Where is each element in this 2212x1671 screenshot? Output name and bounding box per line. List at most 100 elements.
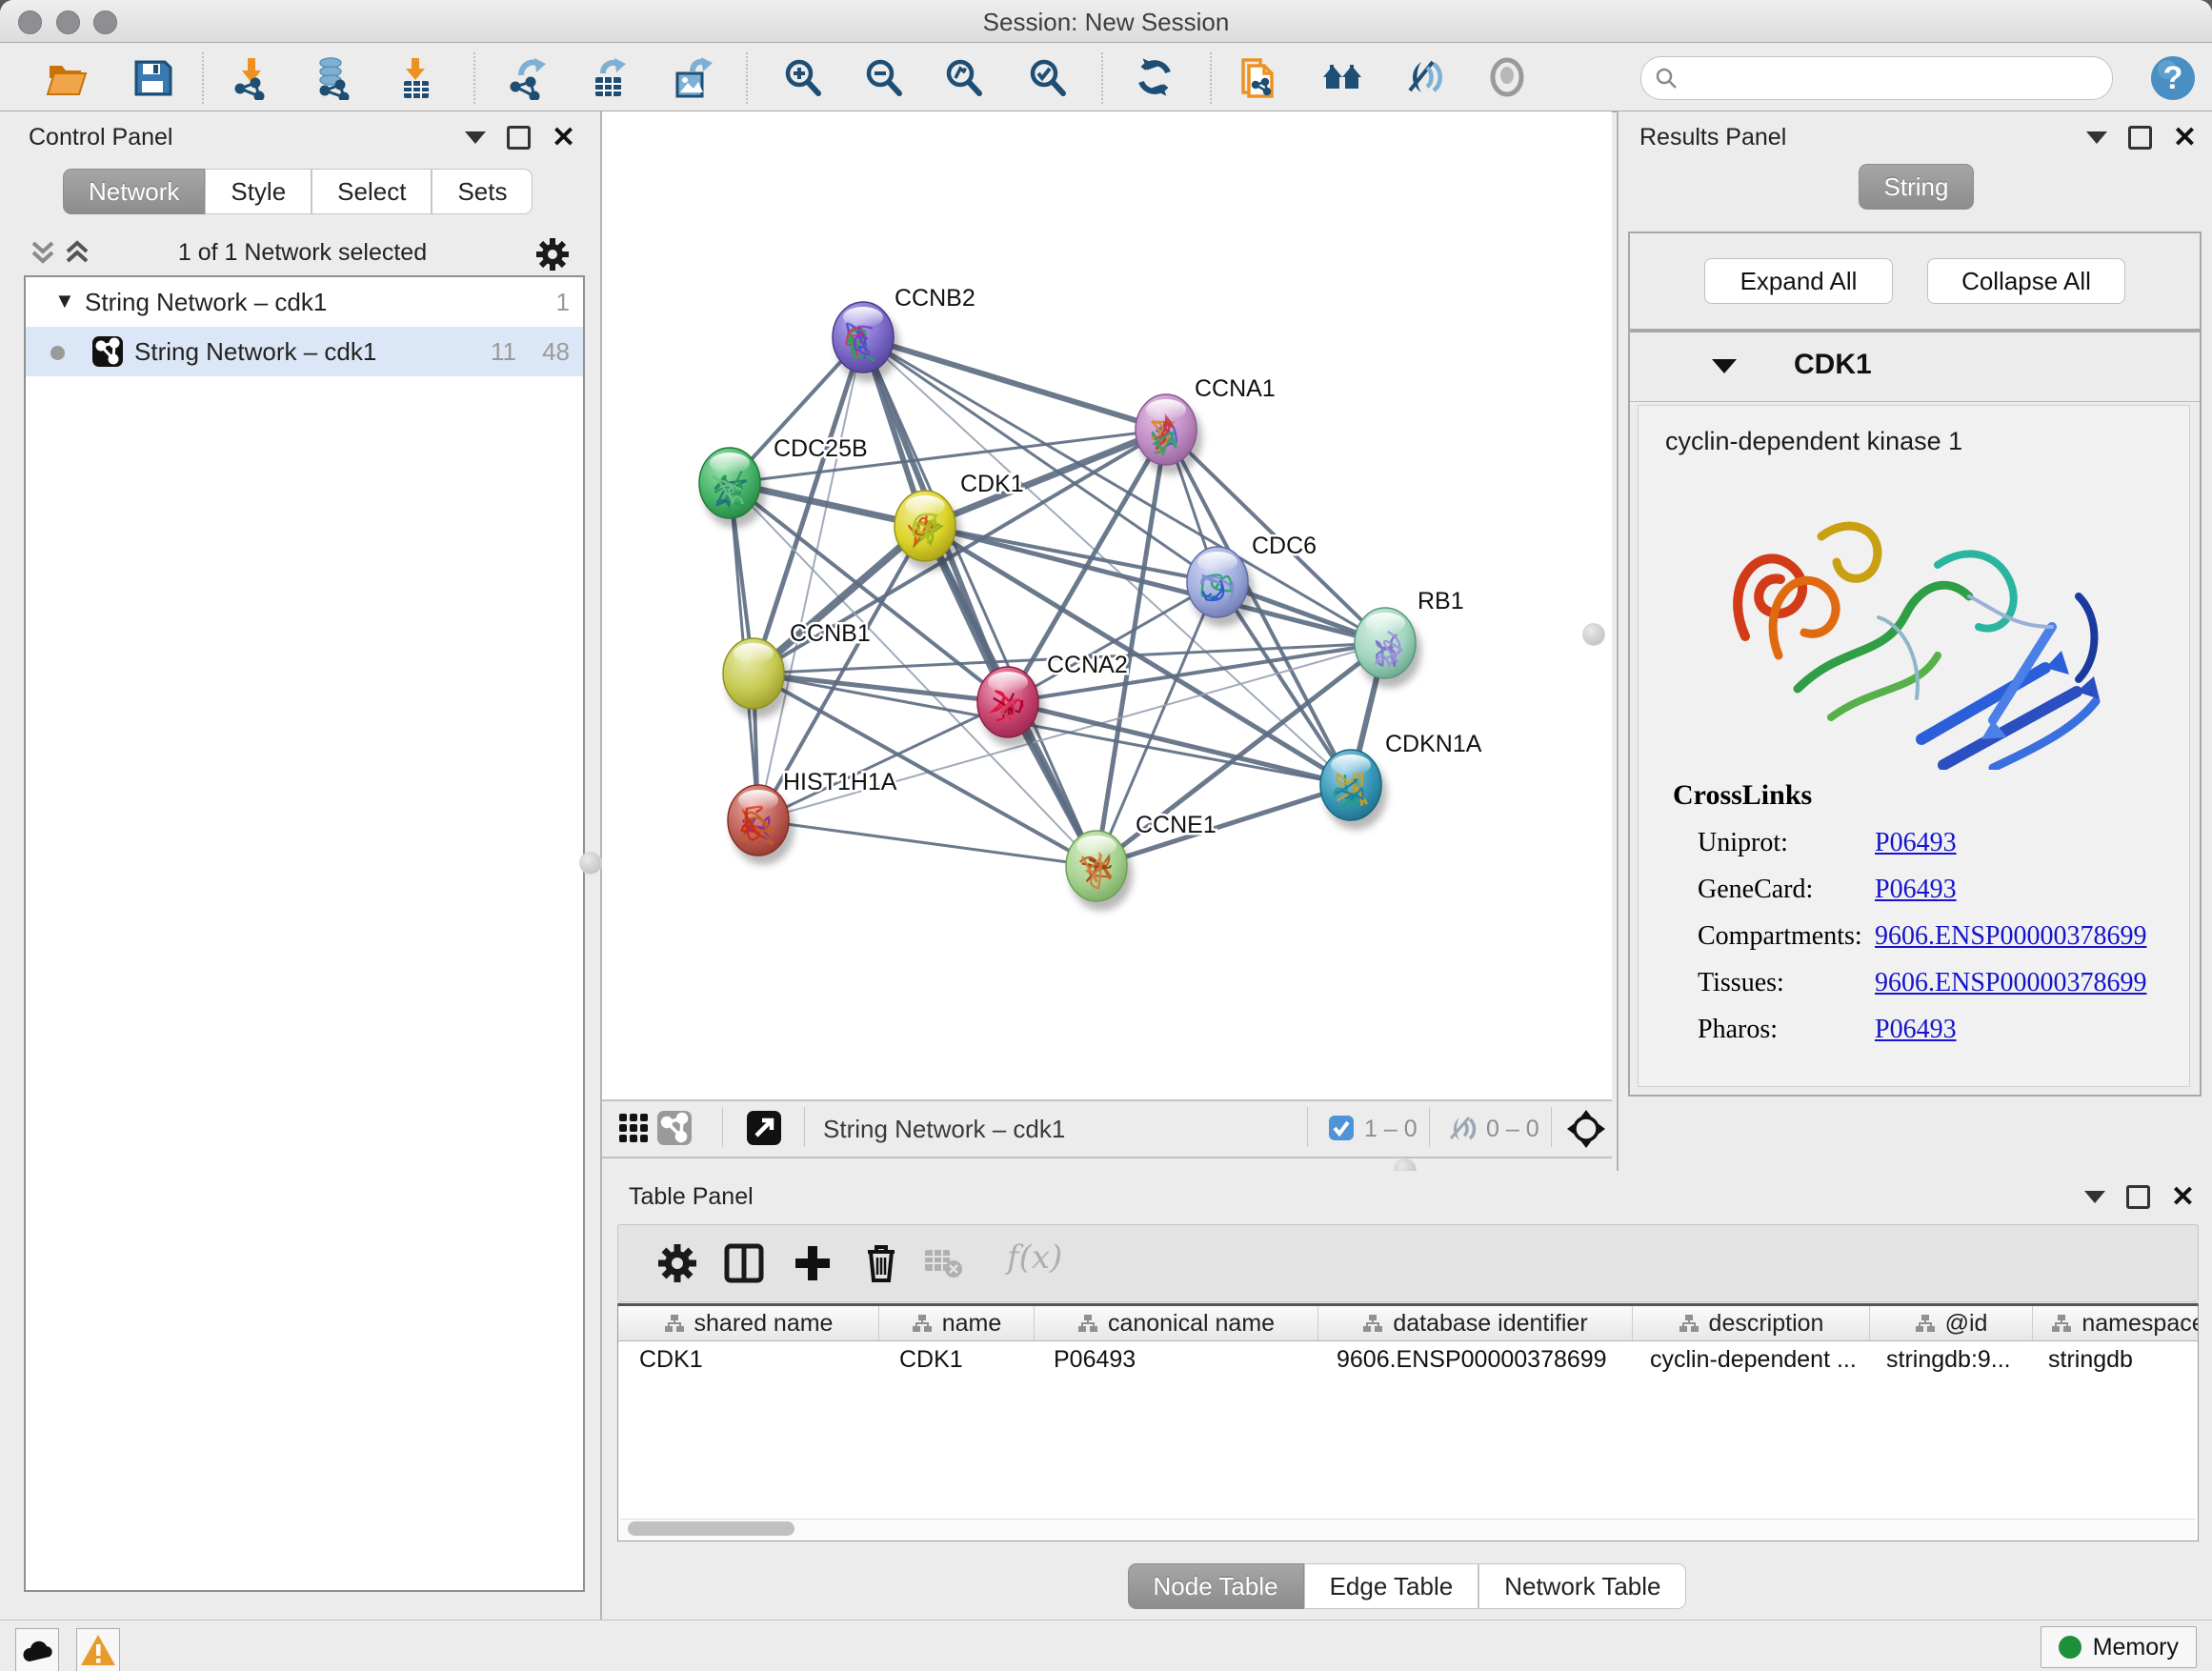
column-header--id[interactable]: @id [1870,1306,2033,1340]
collapse-section-icon[interactable] [1712,359,1737,373]
network-bullet-icon [50,346,65,360]
close-panel-icon[interactable]: ✕ [2173,129,2197,147]
import-table-icon[interactable] [394,56,438,100]
protein-structure-image [1679,474,2145,770]
status-bar: Memory [0,1620,2212,1671]
table-row[interactable]: CDK1CDK1P064939606.ENSP00000378699cyclin… [618,1341,2198,1378]
table-cell[interactable]: cyclin-dependent ... [1629,1341,1865,1378]
help-icon[interactable]: ? [2149,54,2193,98]
collapse-all-button[interactable]: Collapse All [1927,258,2125,304]
table-cell[interactable]: CDK1 [878,1341,1033,1378]
column-header-description[interactable]: description [1633,1306,1870,1340]
network-collection-row[interactable]: ▼ String Network – cdk1 1 [26,277,583,327]
crosslink-link[interactable]: 9606.ENSP00000378699 [1875,968,2146,998]
table-cell[interactable]: CDK1 [618,1341,878,1378]
gene-name: CDK1 [1794,349,1872,381]
tab-network[interactable]: Network [63,169,205,214]
panel-menu-icon[interactable] [2084,1191,2105,1203]
node-CDC25B[interactable] [699,448,766,528]
edge-CCNA2-CDKN1A[interactable] [1008,702,1351,785]
add-column-icon[interactable] [790,1240,835,1286]
grid-view-icon[interactable] [617,1112,650,1144]
gene-section-header[interactable]: CDK1 [1630,332,2200,402]
gear-icon[interactable] [533,235,572,273]
tab-node-table[interactable]: Node Table [1128,1563,1304,1609]
node-RB1[interactable] [1355,608,1421,688]
panel-menu-icon[interactable] [2086,131,2107,144]
export-table-icon[interactable] [588,56,632,100]
node-CDKN1A[interactable] [1320,750,1387,830]
node-table[interactable]: shared namenamecanonical namedatabase id… [617,1303,2199,1541]
show-graphics-icon[interactable] [1486,56,1530,100]
open-view-icon[interactable] [747,1111,781,1145]
import-database-icon[interactable] [312,56,355,100]
table-settings-gear-icon[interactable] [654,1240,700,1286]
warning-button[interactable] [76,1628,120,1671]
float-panel-icon[interactable] [2126,1185,2150,1209]
network-view-icon[interactable] [657,1111,692,1145]
table-cell[interactable]: P06493 [1033,1341,1316,1378]
column-header-database-identifier[interactable]: database identifier [1318,1306,1633,1340]
tab-edge-table[interactable]: Edge Table [1304,1563,1479,1609]
node-HIST1H1A[interactable] [728,785,794,865]
import-network-icon[interactable] [231,56,274,100]
edge-CCNB2-CCNA1[interactable] [863,337,1166,430]
search-input[interactable] [1640,56,2113,100]
zoom-fit-icon[interactable] [942,56,986,100]
tab-select[interactable]: Select [312,169,432,214]
export-network-icon[interactable] [508,56,552,100]
table-cell[interactable]: 9606.ENSP00000378699 [1316,1341,1629,1378]
column-header-namespace[interactable]: namespace [2033,1306,2199,1340]
selected-checkbox-icon[interactable] [1328,1115,1355,1141]
column-header-shared-name[interactable]: shared name [618,1306,879,1340]
column-header-canonical-name[interactable]: canonical name [1035,1306,1318,1340]
clone-network-icon[interactable] [1236,56,1279,100]
home-icon[interactable] [1321,56,1365,100]
hide-graphics-icon[interactable] [1402,56,1446,100]
tab-network-table[interactable]: Network Table [1478,1563,1686,1609]
expand-arrow-icon[interactable]: ▼ [54,289,75,313]
expand-all-button[interactable]: Expand All [1704,258,1893,304]
network-canvas[interactable]: CCNB2CCNA1CDC25BCDK1CDC6RB1CCNB1CCNA2CDK… [602,111,1612,1099]
crosslink-link[interactable]: P06493 [1875,875,1957,905]
panel-menu-icon[interactable] [465,131,486,144]
export-image-icon[interactable] [672,56,715,100]
node-CCNB2[interactable] [833,302,899,382]
node-CCNE1[interactable] [1066,831,1133,911]
edge-HIST1H1A-CCNE1[interactable] [758,820,1096,866]
right-splitter-handle[interactable] [1582,623,1605,646]
open-session-icon[interactable] [45,56,89,100]
close-panel-icon[interactable]: ✕ [2171,1188,2195,1206]
float-panel-icon[interactable] [507,126,531,150]
horizontal-scrollbar[interactable] [620,1519,2196,1539]
delete-column-icon[interactable] [858,1240,904,1286]
crosslink-link[interactable]: 9606.ENSP00000378699 [1875,921,2146,952]
selection-summary: 1 of 1 Network selected [24,239,581,267]
save-session-icon[interactable] [131,56,174,100]
zoom-out-icon[interactable] [862,56,906,100]
gene-description: cyclin-dependent kinase 1 [1665,427,1962,456]
float-panel-icon[interactable] [2128,126,2152,150]
scrollbar-thumb[interactable] [628,1521,794,1536]
show-columns-icon[interactable] [721,1240,767,1286]
zoom-in-icon[interactable] [781,56,825,100]
tab-sets[interactable]: Sets [432,169,533,214]
table-cell[interactable]: stringdb [2027,1341,2199,1378]
close-panel-icon[interactable]: ✕ [552,129,575,147]
table-cell[interactable]: stringdb:9... [1865,1341,2027,1378]
node-CCNA2[interactable] [977,667,1044,747]
tab-string[interactable]: String [1859,164,1975,210]
column-header-name[interactable]: name [879,1306,1035,1340]
edge-CCNB2-HIST1H1A[interactable] [758,337,863,820]
tab-style[interactable]: Style [205,169,312,214]
refresh-icon[interactable] [1134,56,1177,100]
edge-CCNB2-RB1[interactable] [863,337,1385,643]
left-splitter-handle[interactable] [579,852,602,875]
cloud-button[interactable] [15,1628,59,1671]
zoom-selected-icon[interactable] [1026,56,1070,100]
memory-button[interactable]: Memory [2041,1626,2197,1668]
network-row-selected[interactable]: String Network – cdk1 11 48 [26,327,583,376]
locate-crosshair-icon[interactable] [1566,1109,1606,1149]
crosslink-link[interactable]: P06493 [1875,828,1957,858]
crosslink-link[interactable]: P06493 [1875,1015,1957,1045]
